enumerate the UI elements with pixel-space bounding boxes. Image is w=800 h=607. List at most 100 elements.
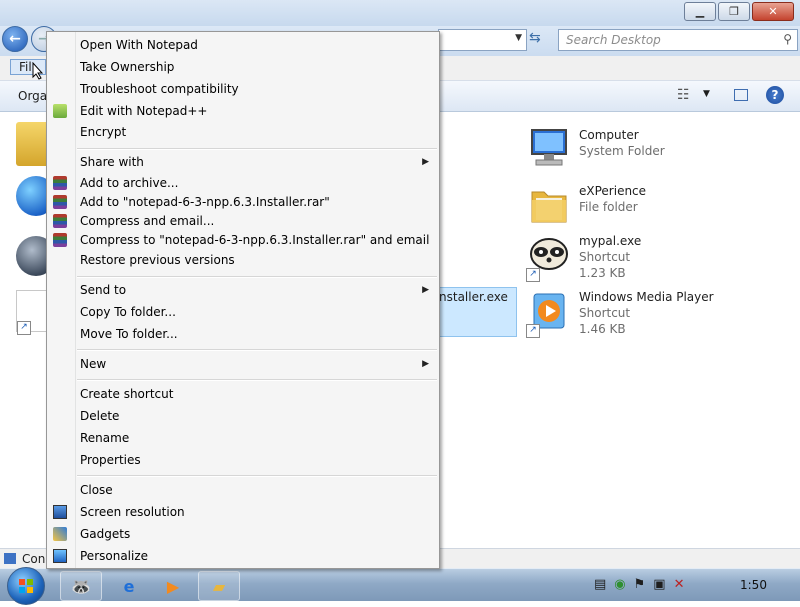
menu-item-properties[interactable]: Properties: [47, 450, 439, 472]
refresh-icon[interactable]: ⇆: [529, 30, 541, 46]
taskbar-app-explorer[interactable]: ▰: [198, 571, 240, 601]
raccoon-icon: 🦝: [71, 576, 91, 596]
internet-explorer-icon: e: [123, 576, 135, 596]
taskbar-app-raccoon[interactable]: 🦝: [60, 571, 102, 601]
taskbar-app-media-player[interactable]: ▶: [152, 571, 194, 601]
menu-item-delete[interactable]: Delete: [47, 406, 439, 428]
document-icon[interactable]: ↗: [16, 290, 48, 335]
menu-item-move-to-folder[interactable]: Move To folder...: [47, 324, 439, 346]
menu-item-label: Copy To folder...: [80, 305, 176, 319]
menu-item-send-to[interactable]: Send to ▶: [47, 280, 439, 302]
search-input[interactable]: Search Desktop ⚲: [558, 29, 798, 51]
windows-logo-icon: [19, 579, 33, 593]
maximize-button[interactable]: ❐: [718, 2, 750, 21]
search-icon[interactable]: ⚲: [783, 32, 792, 46]
menu-item-rename[interactable]: Rename: [47, 428, 439, 450]
menu-item-create-shortcut[interactable]: Create shortcut: [47, 384, 439, 406]
item-name: Computer: [579, 128, 639, 142]
menu-item-gadgets[interactable]: Gadgets: [47, 524, 439, 546]
clock[interactable]: 1:50: [740, 578, 767, 592]
chevron-down-icon[interactable]: ▼: [703, 89, 710, 99]
menu-item-label: Send to: [80, 283, 127, 297]
selected-file-item[interactable]: nstaller.exe: [439, 287, 517, 337]
menu-item-label: Move To folder...: [80, 327, 178, 341]
network-icon[interactable]: ▣: [653, 577, 665, 592]
folder-icon[interactable]: [16, 122, 50, 166]
menu-item-label: Gadgets: [80, 527, 131, 541]
menu-item-troubleshoot[interactable]: Troubleshoot compatibility: [47, 79, 439, 101]
organize-button[interactable]: Orga: [18, 89, 47, 103]
item-type: File folder: [579, 200, 638, 214]
item-name: eXPerience: [579, 184, 647, 198]
list-item-media-player[interactable]: ↗ Windows Media Player Shortcut 1.46 KB: [524, 286, 794, 338]
menu-item-label: Personalize: [80, 549, 149, 563]
notification-icon[interactable]: ▤: [594, 577, 606, 592]
action-center-flag-icon[interactable]: ⚑: [634, 577, 646, 592]
search-placeholder: Search Desktop: [566, 33, 661, 47]
submenu-arrow-icon: ▶: [422, 285, 429, 295]
menu-item-label: Take Ownership: [80, 60, 175, 74]
menu-item-share-with[interactable]: Share with ▶: [47, 152, 439, 174]
menu-item-label: Add to archive...: [80, 176, 179, 190]
menu-item-open-with-notepad[interactable]: Open With Notepad: [47, 35, 439, 57]
back-button[interactable]: ←: [2, 26, 28, 52]
menu-separator: [77, 475, 437, 477]
menu-item-compress-to-rar-email[interactable]: Compress to "notepad-6-3-npp.6.3.Install…: [47, 230, 439, 252]
winrar-icon: [53, 195, 67, 209]
window-titlebar: ▁ ❐ ✕: [0, 0, 800, 26]
menu-separator: [77, 379, 437, 381]
preview-pane-icon[interactable]: [734, 89, 748, 101]
item-size: 1.23 KB: [579, 266, 626, 280]
submenu-arrow-icon: ▶: [422, 359, 429, 369]
list-item-computer[interactable]: Computer System Folder: [524, 124, 794, 174]
media-player-icon: ↗: [526, 288, 572, 338]
menu-item-edit-notepadpp[interactable]: Edit with Notepad++: [47, 101, 439, 123]
mouse-cursor-icon: [32, 62, 44, 80]
menu-item-personalize[interactable]: Personalize: [47, 546, 439, 568]
list-item-experience[interactable]: eXPerience File folder: [524, 180, 794, 230]
item-type: Shortcut: [579, 250, 631, 264]
close-button[interactable]: ✕: [752, 2, 794, 21]
shortcut-arrow-icon: ↗: [526, 324, 540, 338]
shortcut-arrow-icon: ↗: [17, 321, 31, 335]
item-type: System Folder: [579, 144, 665, 158]
monitor-icon: [53, 505, 67, 519]
menu-item-restore-previous[interactable]: Restore previous versions: [47, 250, 439, 272]
menu-separator: [77, 148, 437, 150]
context-menu: Open With Notepad Take Ownership Trouble…: [46, 31, 440, 569]
menu-item-label: New: [80, 357, 107, 371]
item-name: mypal.exe: [579, 234, 642, 248]
menu-item-take-ownership[interactable]: Take Ownership: [47, 57, 439, 79]
menu-item-label: Restore previous versions: [80, 253, 235, 267]
winrar-icon: [53, 214, 67, 228]
file-name: nstaller.exe: [439, 290, 508, 304]
gadgets-icon: [53, 527, 67, 541]
security-icon[interactable]: ◉: [614, 577, 625, 592]
address-bar[interactable]: ▼: [438, 29, 527, 51]
views-icon[interactable]: ☷: [677, 87, 690, 103]
taskbar-app-ie[interactable]: e: [108, 571, 150, 601]
menu-item-label: Rename: [80, 431, 130, 445]
help-icon[interactable]: ?: [766, 86, 784, 104]
menu-item-label: Properties: [80, 453, 141, 467]
item-name: Windows Media Player: [579, 290, 714, 304]
menu-item-label: Edit with Notepad++: [80, 104, 208, 118]
list-item-mypal[interactable]: ↗ mypal.exe Shortcut 1.23 KB: [524, 230, 794, 282]
taskbar: 🦝 e ▶ ▰ ▤ ◉ ⚑ ▣ ✕ 1:50: [0, 567, 800, 605]
menu-separator: [77, 276, 437, 278]
volume-muted-icon[interactable]: ✕: [674, 577, 685, 592]
menu-item-copy-to-folder[interactable]: Copy To folder...: [47, 302, 439, 324]
menu-item-label: Share with: [80, 155, 144, 169]
menu-item-screen-resolution[interactable]: Screen resolution: [47, 502, 439, 524]
menu-item-close[interactable]: Close: [47, 480, 439, 502]
minimize-button[interactable]: ▁: [684, 2, 716, 21]
window-controls: ▁ ❐ ✕: [684, 2, 794, 21]
chevron-down-icon[interactable]: ▼: [515, 33, 522, 43]
notepadpp-icon: [53, 104, 67, 118]
start-button[interactable]: [7, 567, 45, 605]
menu-separator: [77, 349, 437, 351]
menu-item-new[interactable]: New ▶: [47, 354, 439, 376]
menu-item-encrypt[interactable]: Encrypt: [47, 122, 439, 144]
shortcut-arrow-icon: ↗: [526, 268, 540, 282]
menu-item-label: Compress to "notepad-6-3-npp.6.3.Install…: [80, 233, 430, 247]
